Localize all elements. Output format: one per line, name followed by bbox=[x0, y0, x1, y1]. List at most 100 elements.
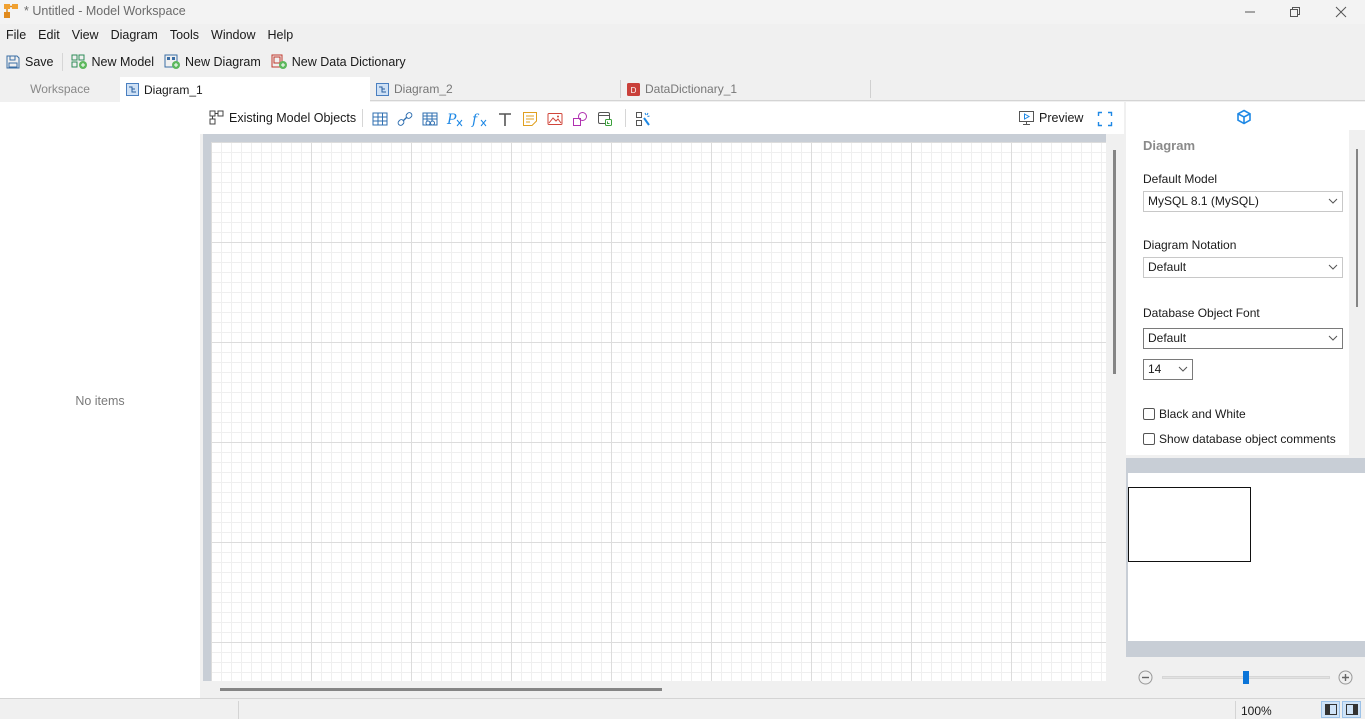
note-icon bbox=[523, 112, 537, 126]
diagram-canvas[interactable] bbox=[211, 142, 1106, 681]
toggle-left-panel-button[interactable] bbox=[1321, 701, 1340, 718]
close-icon bbox=[1335, 6, 1347, 18]
default-model-label: Default Model bbox=[1143, 172, 1218, 186]
horizontal-scrollbar[interactable] bbox=[220, 688, 662, 691]
add-relationship-button[interactable] bbox=[396, 110, 414, 128]
procedure-icon: P bbox=[446, 112, 463, 127]
zoom-out-icon[interactable] bbox=[1138, 670, 1153, 685]
diagram-canvas-area bbox=[200, 134, 1124, 698]
table-icon bbox=[372, 112, 388, 126]
new-data-dictionary-label: New Data Dictionary bbox=[291, 55, 406, 69]
add-text-button[interactable] bbox=[496, 110, 514, 128]
tab-data-dictionary-1[interactable]: D DataDictionary_1 bbox=[621, 77, 871, 101]
default-model-select[interactable]: MySQL 8.1 (MySQL) bbox=[1143, 191, 1343, 212]
preview-label: Preview bbox=[1039, 111, 1084, 125]
document-tabs: Workspace Diagram_1 Diagram_2 D DataDict… bbox=[0, 77, 1365, 102]
object-font-select[interactable]: Default bbox=[1143, 328, 1343, 349]
chevron-down-icon bbox=[1328, 198, 1338, 204]
svg-text:f: f bbox=[471, 112, 480, 127]
menu-view[interactable]: View bbox=[66, 26, 105, 46]
add-procedure-button[interactable]: P bbox=[446, 110, 464, 128]
object-font-label: Database Object Font bbox=[1143, 306, 1260, 320]
add-function-button[interactable]: f bbox=[471, 110, 489, 128]
existing-model-objects-button[interactable]: Existing Model Objects bbox=[204, 107, 361, 129]
auto-layout-icon bbox=[636, 112, 650, 126]
add-note-button[interactable] bbox=[521, 110, 539, 128]
cube-icon bbox=[1237, 109, 1251, 125]
tab-diagram-2[interactable]: Diagram_2 bbox=[370, 77, 620, 101]
menu-diagram[interactable]: Diagram bbox=[105, 26, 164, 46]
group-icon bbox=[598, 112, 612, 126]
add-group-button[interactable] bbox=[596, 110, 614, 128]
tab-label: Diagram_1 bbox=[144, 82, 203, 97]
add-view-button[interactable] bbox=[421, 110, 439, 128]
new-data-dictionary-button[interactable]: New Data Dictionary bbox=[266, 51, 411, 73]
properties-panel: Diagram Default Model MySQL 8.1 (MySQL) … bbox=[1126, 102, 1365, 457]
tab-label: DataDictionary_1 bbox=[645, 82, 738, 96]
status-divider bbox=[238, 701, 239, 719]
empty-state-text: No items bbox=[75, 394, 125, 408]
checkbox-box[interactable] bbox=[1143, 408, 1155, 420]
menu-help[interactable]: Help bbox=[261, 26, 299, 46]
auto-layout-button[interactable] bbox=[634, 110, 652, 128]
zoom-in-icon[interactable] bbox=[1338, 670, 1353, 685]
new-diagram-label: New Diagram bbox=[185, 55, 261, 69]
show-comments-label: Show database object comments bbox=[1159, 432, 1336, 446]
restore-icon bbox=[1290, 7, 1300, 17]
diagram-toolbar: Existing Model Objects P f Preview bbox=[200, 102, 1124, 134]
diagram-notation-label: Diagram Notation bbox=[1143, 238, 1237, 252]
overview-viewport-frame[interactable] bbox=[1128, 487, 1251, 562]
svg-text:P: P bbox=[446, 112, 457, 127]
status-bar: 100% bbox=[0, 698, 1365, 719]
overview-canvas[interactable] bbox=[1128, 473, 1365, 641]
object-font-value: Default bbox=[1148, 331, 1187, 345]
fullscreen-button[interactable] bbox=[1096, 110, 1114, 128]
menu-bar: File Edit View Diagram Tools Window Help bbox=[0, 26, 299, 46]
menu-edit[interactable]: Edit bbox=[32, 26, 66, 46]
section-title: Diagram bbox=[1143, 138, 1196, 153]
zoom-slider-thumb[interactable] bbox=[1243, 671, 1249, 684]
tab-diagram-1[interactable]: Diagram_1 bbox=[120, 77, 370, 102]
properties-header bbox=[1126, 102, 1365, 130]
new-model-button[interactable]: New Model bbox=[66, 51, 160, 73]
close-button[interactable] bbox=[1318, 0, 1364, 24]
minimize-button[interactable] bbox=[1227, 0, 1273, 24]
font-size-value: 14 bbox=[1148, 362, 1162, 376]
view-icon bbox=[422, 112, 438, 126]
default-model-value: MySQL 8.1 (MySQL) bbox=[1148, 194, 1259, 208]
add-image-button[interactable] bbox=[546, 110, 564, 128]
preview-button[interactable]: Preview bbox=[1013, 107, 1088, 129]
properties-scrollbar[interactable] bbox=[1356, 149, 1358, 307]
black-and-white-checkbox[interactable]: Black and White bbox=[1143, 407, 1246, 421]
menu-window[interactable]: Window bbox=[205, 26, 261, 46]
tab-label: Workspace bbox=[30, 82, 90, 96]
title-bar: * Untitled - Model Workspace bbox=[0, 0, 1365, 24]
chevron-down-icon bbox=[1328, 335, 1338, 341]
save-icon bbox=[6, 55, 20, 69]
existing-objects-icon bbox=[209, 110, 224, 125]
restore-button[interactable] bbox=[1272, 0, 1318, 24]
svg-text:D: D bbox=[631, 86, 637, 95]
show-comments-checkbox[interactable]: Show database object comments bbox=[1143, 432, 1336, 446]
toolbar-separator bbox=[625, 109, 626, 127]
diagram-notation-select[interactable]: Default bbox=[1143, 257, 1343, 278]
add-table-button[interactable] bbox=[371, 110, 389, 128]
menu-file[interactable]: File bbox=[0, 26, 32, 46]
save-button[interactable]: Save bbox=[0, 51, 59, 73]
save-label: Save bbox=[25, 55, 54, 69]
shape-icon bbox=[573, 112, 587, 126]
black-and-white-label: Black and White bbox=[1159, 407, 1246, 421]
chevron-down-icon bbox=[1328, 264, 1338, 270]
vertical-scrollbar[interactable] bbox=[1113, 150, 1116, 374]
diagram-icon bbox=[126, 83, 139, 96]
tab-label: Diagram_2 bbox=[394, 82, 453, 96]
menu-tools[interactable]: Tools bbox=[164, 26, 205, 46]
tab-divider bbox=[870, 80, 871, 98]
font-size-select[interactable]: 14 bbox=[1143, 359, 1193, 380]
tab-workspace[interactable]: Workspace bbox=[0, 77, 120, 101]
toggle-right-panel-button[interactable] bbox=[1342, 701, 1361, 718]
checkbox-box[interactable] bbox=[1143, 433, 1155, 445]
preview-icon bbox=[1019, 111, 1034, 125]
new-diagram-button[interactable]: New Diagram bbox=[159, 51, 266, 73]
add-shape-button[interactable] bbox=[571, 110, 589, 128]
